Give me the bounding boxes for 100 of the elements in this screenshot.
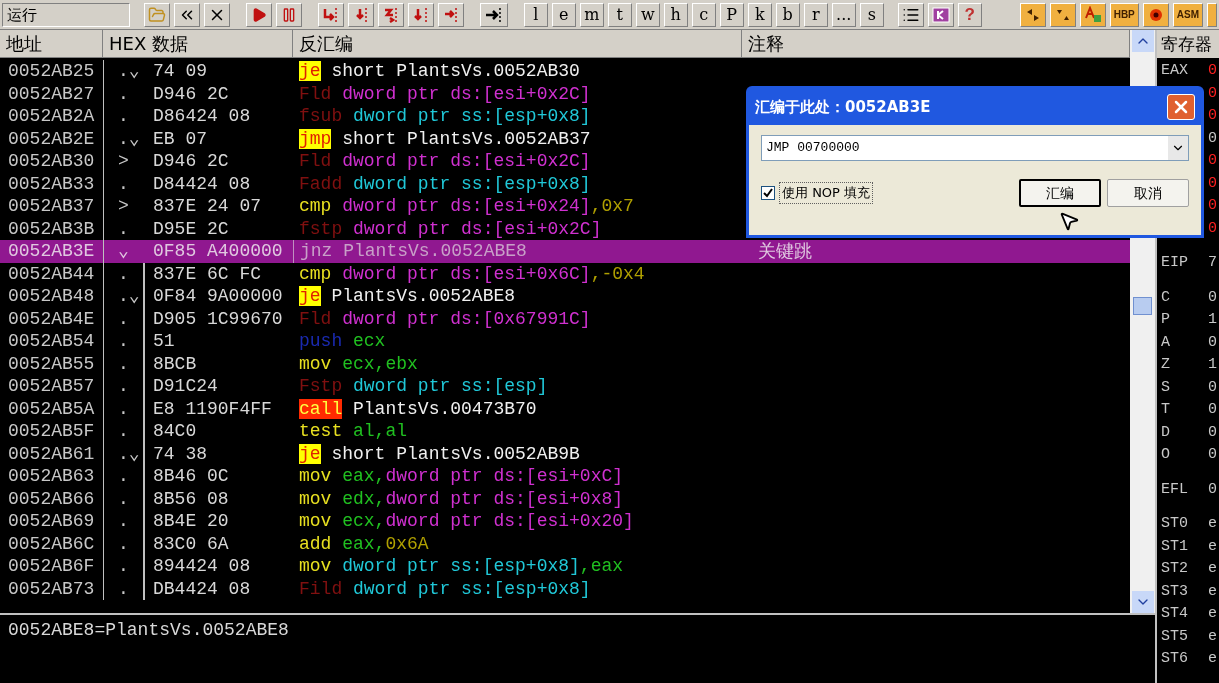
help-button[interactable]: ? [957, 2, 982, 27]
restart-button[interactable] [173, 2, 200, 27]
window-button[interactable]: m [579, 2, 604, 27]
disassembly-row[interactable]: 0052AB66 . 8B56 08 mov edx,dword ptr ds:[esi+0x8] [0, 487, 1130, 510]
instruction-cell: jnz PlantsVs.0052ABE8 [293, 240, 742, 263]
disassembly-row[interactable]: 0052AB54 . 51 push ecx [0, 330, 1130, 353]
window-button[interactable]: k [747, 2, 772, 27]
disassembly-row[interactable]: 0052AB63 . 8B46 0C mov eax,dword ptr ds:[esi+0xC] [0, 465, 1130, 488]
register-name: T [1161, 401, 1170, 418]
column-header[interactable]: 反汇编 [293, 30, 742, 58]
register-name: EIP [1161, 254, 1188, 271]
window-button[interactable]: b [775, 2, 800, 27]
column-header[interactable]: 注释 [742, 30, 1130, 58]
disassembly-row[interactable]: 0052AB6C . 83C0 6A add eax,0x6A [0, 532, 1130, 555]
register-value: 0 [1208, 173, 1217, 194]
pause-button[interactable] [275, 2, 302, 27]
address-cell-text: 0052AB4E [7, 307, 96, 330]
dialog-button[interactable]: 取消 [1107, 179, 1189, 207]
window-button[interactable]: e [551, 2, 576, 27]
jump-mark: > [117, 195, 129, 218]
plugin-label: ASM [1176, 9, 1199, 20]
disassembly-row[interactable]: 0052AB5A . E8 1190F4FF call PlantsVs.00473B70 [0, 397, 1130, 420]
window-button[interactable]: w [635, 2, 660, 27]
address-cell-text: 0052AB5A [7, 397, 96, 420]
plugin-button[interactable]: HBP [1109, 2, 1139, 27]
instruction-cell-text: test al,al [298, 420, 409, 443]
hex-cell-text: 8B56 08 [152, 487, 230, 510]
window-button[interactable]: l [523, 2, 548, 27]
disassembly-row[interactable]: 0052AB3E ⌄ 0F85 A400000 jnz PlantsVs.0052ABE8 关键跳 [0, 240, 1130, 263]
trace-into-button[interactable] [377, 2, 404, 27]
nop-checkbox[interactable] [761, 186, 775, 200]
instruction-cell-text: je short PlantsVs.0052AB9B [298, 442, 581, 465]
command-combobox[interactable]: JMP 00700000 [761, 135, 1189, 161]
hex-cell-text: D905 1C99670 [152, 307, 284, 330]
disassembly-row[interactable]: 0052AB5F . 84C0 test al,al [0, 420, 1130, 443]
hex-cell-text: D95E 2C [152, 217, 230, 240]
register-value: 0 [1208, 422, 1217, 443]
address-cell-text: 0052AB3B [7, 217, 96, 240]
column-header[interactable]: HEX 数据 [103, 30, 293, 58]
scroll-thumb[interactable] [1133, 297, 1152, 315]
hex-cell-text: 8B4E 20 [152, 510, 230, 533]
window-button[interactable]: h [663, 2, 688, 27]
hex-cell-text: D946 2C [152, 82, 230, 105]
window-button[interactable]: ... [831, 2, 856, 27]
jump-mark: . [117, 172, 129, 195]
window-button[interactable]: r [803, 2, 828, 27]
jump-mark: > [117, 150, 129, 173]
window-button[interactable]: s [859, 2, 884, 27]
window-button[interactable]: t [607, 2, 632, 27]
execute-till-return-button[interactable] [437, 2, 464, 27]
plugin-button[interactable]: ASM [1172, 2, 1203, 27]
disassembly-row[interactable]: 0052AB69 . 8B4E 20 mov ecx,dword ptr ds:[esi+0x20] [0, 510, 1130, 533]
plugin-button[interactable] [1019, 2, 1046, 27]
address-cell-text: 0052AB3E [7, 240, 96, 263]
register-value: e [1208, 581, 1217, 602]
jump-mark: .⌄ [117, 127, 140, 150]
options-button[interactable] [927, 2, 954, 27]
dialog-button[interactable]: 汇编 [1019, 179, 1101, 207]
open-button[interactable] [143, 2, 170, 27]
instruction-cell-text: mov ecx,dword ptr ds:[esi+0x20] [298, 510, 635, 533]
register-name: ST4 [1161, 605, 1188, 622]
register-name: EFL [1161, 480, 1188, 498]
trace-over-button[interactable] [407, 2, 434, 27]
address-cell-text: 0052AB55 [7, 352, 96, 375]
hex-cell-text: 894424 08 [152, 555, 252, 578]
disassembly-row[interactable]: 0052AB44 . 837E 6C FC cmp dword ptr ds:[esi+0x6C],-0x4 [0, 262, 1130, 285]
instruction-cell-text: mov eax,dword ptr ds:[esi+0xC] [298, 465, 625, 488]
step-icon [321, 5, 340, 24]
disassembly-row[interactable]: 0052AB61 .⌄ 74 38 je short PlantsVs.0052AB9B [0, 442, 1130, 465]
list-button[interactable] [897, 2, 924, 27]
step-over-button[interactable] [347, 2, 374, 27]
register-value: e [1208, 514, 1217, 534]
address-cell-text: 0052AB2E [7, 127, 96, 150]
disassembly-row[interactable]: 0052AB4E . D905 1C99670 Fld dword ptr ds:[0x67991C] [0, 307, 1130, 330]
jump-mark: . [117, 577, 129, 600]
disassembly-row[interactable]: 0052AB25 .⌄ 74 09 je short PlantsVs.0052AB30 [0, 60, 1130, 83]
plugin-button[interactable] [1142, 2, 1169, 27]
hex-cell-text: D86424 08 [152, 105, 252, 128]
register-value: e [1208, 604, 1217, 624]
plugin-button[interactable] [1049, 2, 1076, 27]
step-into-button[interactable] [317, 2, 344, 27]
folder-icon [147, 5, 166, 24]
goto-button[interactable] [479, 2, 508, 27]
disassembly-row[interactable]: 0052AB6F . 894424 08 mov dword ptr ss:[esp+0x8],eax [0, 555, 1130, 578]
plugin-button[interactable] [1079, 2, 1106, 27]
window-button[interactable]: c [691, 2, 716, 27]
disassembly-row[interactable]: 0052AB48 .⌄ 0F84 9A00000 je PlantsVs.0052ABE8 [0, 285, 1130, 308]
disassembly-row[interactable]: 0052AB55 . 8BCB mov ecx,ebx [0, 352, 1130, 375]
hex-cell-text: 837E 24 07 [152, 195, 263, 218]
hex-cell-text: 8B46 0C [152, 465, 230, 488]
window-button[interactable]: P [719, 2, 744, 27]
column-header[interactable]: 地址 [0, 30, 103, 58]
run-button[interactable] [245, 2, 272, 27]
disassembly-row[interactable]: 0052AB73 . DB4424 08 Fild dword ptr ss:[esp+0x8] [0, 577, 1130, 600]
jump-mark: . [117, 262, 129, 285]
close-button[interactable] [203, 2, 230, 27]
disassembly-row[interactable]: 0052AB57 . D91C24 Fstp dword ptr ss:[esp] [0, 375, 1130, 398]
register-value: 1 [1208, 355, 1217, 375]
register-name: Z [1161, 356, 1170, 373]
register-name: O [1161, 446, 1170, 463]
